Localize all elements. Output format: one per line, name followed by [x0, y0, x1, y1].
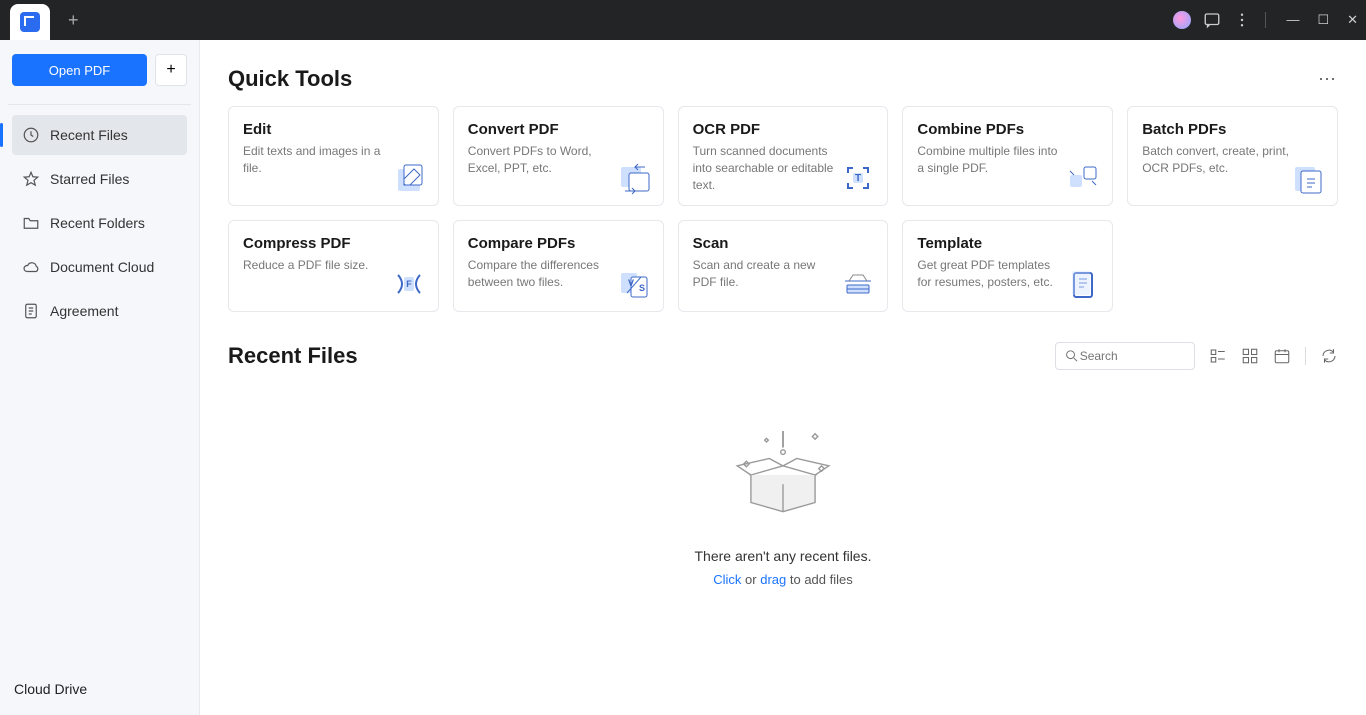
list-view-icon[interactable] — [1209, 347, 1227, 365]
search-icon — [1064, 347, 1080, 365]
edit-icon — [392, 161, 426, 195]
batch-icon — [1291, 161, 1325, 195]
tool-card-template[interactable]: Template Get great PDF templates for resu… — [902, 220, 1113, 312]
tool-title: Combine PDFs — [917, 121, 1098, 138]
svg-text:F: F — [406, 279, 412, 289]
folder-icon — [22, 214, 40, 232]
tool-desc: Convert PDFs to Word, Excel, PPT, etc. — [468, 143, 618, 177]
grid-view-icon[interactable] — [1241, 347, 1259, 365]
scan-icon — [841, 267, 875, 301]
tool-card-combine[interactable]: Combine PDFs Combine multiple files into … — [902, 106, 1113, 206]
sidebar-item-starred-files[interactable]: Starred Files — [12, 159, 187, 199]
tool-desc: Turn scanned documents into searchable o… — [693, 143, 843, 193]
sidebar-item-recent-files[interactable]: Recent Files — [12, 115, 187, 155]
cloud-drive-section[interactable]: Cloud Drive — [12, 677, 187, 701]
tool-card-batch[interactable]: Batch PDFs Batch convert, create, print, … — [1127, 106, 1338, 206]
tool-title: Edit — [243, 121, 424, 138]
close-button[interactable]: ✕ — [1347, 12, 1358, 28]
open-pdf-button[interactable]: Open PDF — [12, 54, 147, 86]
svg-text:T: T — [855, 173, 861, 184]
clock-icon — [22, 126, 40, 144]
sidebar-item-label: Starred Files — [50, 171, 129, 187]
avatar-icon[interactable] — [1173, 11, 1191, 29]
tool-card-compare[interactable]: Compare PDFs Compare the differences betw… — [453, 220, 664, 312]
sidebar-item-label: Recent Files — [50, 127, 128, 143]
combine-icon — [1066, 161, 1100, 195]
calendar-view-icon[interactable] — [1273, 347, 1291, 365]
svg-text:S: S — [639, 283, 645, 293]
sidebar-item-recent-folders[interactable]: Recent Folders — [12, 203, 187, 243]
quick-tools-title: Quick Tools — [228, 66, 352, 92]
tool-title: Scan — [693, 235, 874, 252]
feedback-icon[interactable] — [1203, 11, 1221, 29]
kebab-menu-icon[interactable] — [1233, 11, 1251, 29]
home-tab[interactable] — [10, 4, 50, 40]
compress-icon: F — [392, 267, 426, 301]
sidebar-item-label: Recent Folders — [50, 215, 145, 231]
tool-desc: Edit texts and images in a file. — [243, 143, 393, 177]
main-content: Quick Tools ⋯ Edit Edit texts and images … — [200, 40, 1366, 715]
template-icon — [1066, 267, 1100, 301]
empty-box-icon — [728, 420, 838, 530]
empty-click-link[interactable]: Click — [713, 572, 741, 587]
sidebar-item-agreement[interactable]: Agreement — [12, 291, 187, 331]
sidebar-item-label: Agreement — [50, 303, 118, 319]
tool-desc: Batch convert, create, print, OCR PDFs, … — [1142, 143, 1292, 177]
tool-card-convert[interactable]: Convert PDF Convert PDFs to Word, Excel, … — [453, 106, 664, 206]
tool-title: Convert PDF — [468, 121, 649, 138]
new-tab-button[interactable]: + — [68, 10, 79, 31]
empty-sub-text: Click or drag to add files — [713, 572, 853, 587]
empty-main-text: There aren't any recent files. — [695, 548, 872, 564]
tool-card-edit[interactable]: Edit Edit texts and images in a file. — [228, 106, 439, 206]
app-logo-icon — [20, 12, 40, 32]
maximize-button[interactable]: ☐ — [1317, 12, 1329, 28]
recent-files-title: Recent Files — [228, 343, 358, 369]
tool-title: Compare PDFs — [468, 235, 649, 252]
sidebar-item-document-cloud[interactable]: Document Cloud — [12, 247, 187, 287]
search-input[interactable] — [1080, 349, 1186, 363]
titlebar: + — ☐ ✕ — [0, 0, 1366, 40]
tool-desc: Get great PDF templates for resumes, pos… — [917, 257, 1067, 291]
search-box[interactable] — [1055, 342, 1195, 370]
cloud-icon — [22, 258, 40, 276]
tool-desc: Combine multiple files into a single PDF… — [917, 143, 1067, 177]
tool-desc: Reduce a PDF file size. — [243, 257, 393, 274]
compare-icon: VS — [617, 267, 651, 301]
tool-card-ocr[interactable]: OCR PDF Turn scanned documents into searc… — [678, 106, 889, 206]
tool-card-compress[interactable]: Compress PDF Reduce a PDF file size. F — [228, 220, 439, 312]
tool-title: Template — [917, 235, 1098, 252]
tool-title: Compress PDF — [243, 235, 424, 252]
tool-title: Batch PDFs — [1142, 121, 1323, 138]
star-icon — [22, 170, 40, 188]
tool-desc: Scan and create a new PDF file. — [693, 257, 843, 291]
refresh-icon[interactable] — [1320, 347, 1338, 365]
tool-card-scan[interactable]: Scan Scan and create a new PDF file. — [678, 220, 889, 312]
new-file-button[interactable]: + — [155, 54, 187, 86]
doc-icon — [22, 302, 40, 320]
sidebar-item-label: Document Cloud — [50, 259, 154, 275]
tool-desc: Compare the differences between two file… — [468, 257, 618, 291]
sidebar: Open PDF + Recent Files Starred Files Rece… — [0, 40, 200, 715]
tool-title: OCR PDF — [693, 121, 874, 138]
empty-state: There aren't any recent files. Click or … — [228, 390, 1338, 587]
convert-icon — [617, 161, 651, 195]
empty-drag-link[interactable]: drag — [760, 572, 786, 587]
ocr-icon: T — [841, 161, 875, 195]
minimize-button[interactable]: — — [1286, 12, 1299, 28]
quick-tools-more-icon[interactable]: ⋯ — [1318, 69, 1338, 90]
